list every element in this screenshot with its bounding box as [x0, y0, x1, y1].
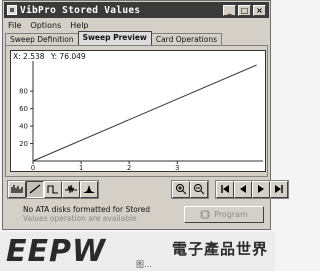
- title-bar[interactable]: VibPro Stored Values _ □ ×: [4, 2, 269, 18]
- plot-mode-group: [7, 179, 99, 199]
- zoom-out-icon[interactable]: [190, 180, 208, 198]
- menu-file[interactable]: File: [8, 21, 21, 30]
- window-title: VibPro Stored Values: [20, 4, 141, 16]
- last-icon[interactable]: [270, 180, 288, 198]
- sweep-preview-panel: X: 2.538 Y: 76.049 20 40 60 80 0 1 2 3: [5, 45, 268, 177]
- y-tick-label: 80: [19, 88, 28, 96]
- sweep-chart: 20 40 60 80 0 1 2 3: [19, 61, 263, 171]
- figure-caption: 图...: [136, 260, 152, 269]
- menu-help[interactable]: Help: [70, 21, 88, 30]
- y-tick-label: 20: [19, 140, 28, 148]
- tab-sweep-preview[interactable]: Sweep Preview: [77, 31, 152, 45]
- next-icon[interactable]: [252, 180, 270, 198]
- y-tick-label: 40: [19, 123, 28, 131]
- y-tick-label: 60: [19, 105, 28, 113]
- app-icon[interactable]: [7, 5, 17, 15]
- first-icon[interactable]: [216, 180, 234, 198]
- x-tick-label: 0: [31, 164, 35, 171]
- tab-strip: Sweep Definition Sweep Preview Card Oper…: [5, 31, 268, 45]
- status-message: No ATA disks formatted for Stored Values…: [5, 202, 180, 228]
- chip-icon: [200, 210, 211, 219]
- program-label: Program: [214, 210, 248, 219]
- previous-icon[interactable]: [234, 180, 252, 198]
- zoom-in-icon[interactable]: [172, 180, 190, 198]
- zoom-group: [171, 179, 209, 199]
- square-pulse-icon[interactable]: [44, 180, 62, 198]
- x-tick-label: 3: [175, 164, 179, 171]
- tab-card-operations[interactable]: Card Operations: [150, 33, 223, 45]
- bars-icon[interactable]: [8, 180, 26, 198]
- status-line-1: No ATA disks formatted for Stored: [23, 205, 151, 214]
- minimize-button[interactable]: _: [223, 4, 236, 16]
- plot-area[interactable]: X: 2.538 Y: 76.049 20 40 60 80 0 1 2 3: [10, 50, 266, 172]
- sweep-line: [32, 64, 257, 162]
- x-tick-label: 1: [79, 164, 83, 171]
- x-tick-label: 2: [127, 164, 131, 171]
- close-button[interactable]: ×: [253, 4, 266, 16]
- maximize-button[interactable]: □: [238, 4, 251, 16]
- peak-icon[interactable]: [80, 180, 98, 198]
- wave-burst-icon[interactable]: [62, 180, 80, 198]
- app-window: VibPro Stored Values _ □ × File Options …: [2, 0, 289, 230]
- tab-sweep-definition[interactable]: Sweep Definition: [5, 33, 79, 45]
- navigation-group: [215, 179, 289, 199]
- watermark-logo: EEPW: [6, 234, 107, 269]
- line-icon[interactable]: [26, 180, 44, 198]
- status-line-2: Values operation are available: [23, 214, 137, 223]
- watermark-banner: EEPW 電子產品世界 图...: [0, 232, 275, 271]
- menu-bar: File Options Help: [4, 19, 269, 31]
- status-bar: No ATA disks formatted for Stored Values…: [5, 202, 268, 228]
- program-button[interactable]: Program: [184, 206, 264, 223]
- menu-options[interactable]: Options: [30, 21, 61, 30]
- watermark-chinese-text: 電子產品世界: [172, 240, 269, 258]
- plot-toolbar: [5, 178, 289, 200]
